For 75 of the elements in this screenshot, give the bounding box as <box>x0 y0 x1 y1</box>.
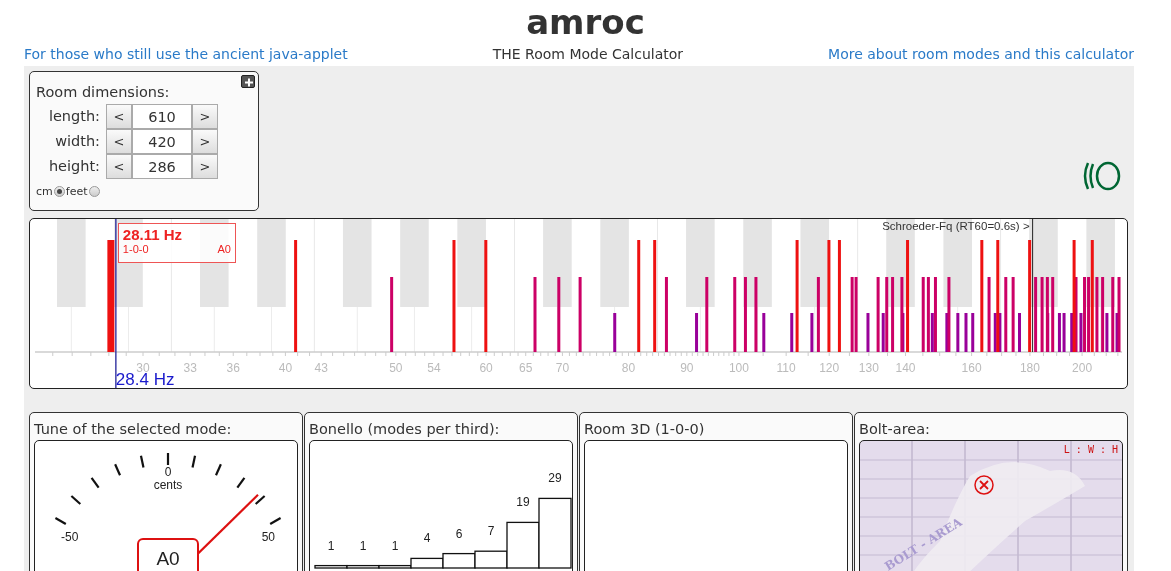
tick-label: 60 <box>479 361 493 375</box>
mode-bar <box>964 313 968 352</box>
page-subtitle: THE Room Mode Calculator <box>492 45 684 64</box>
tick-label: 30 <box>136 361 150 375</box>
unit-label: cm <box>36 185 53 198</box>
expand-button[interactable] <box>241 75 255 88</box>
increase-button[interactable]: > <box>192 104 218 129</box>
increase-button[interactable]: > <box>192 129 218 154</box>
scale-label: -50 <box>61 530 79 544</box>
mode-frequency: 28.11 Hz <box>122 226 184 243</box>
mode-bar <box>762 313 766 352</box>
bar-value: 19 <box>516 495 530 510</box>
schroeder-label: Schroeder-Fq (RT60=0.6s) > <box>882 220 1030 232</box>
unit-label: feet <box>65 185 88 198</box>
tick-label: 130 <box>858 361 879 375</box>
scale-label: 50 <box>261 530 275 544</box>
field-label: length: <box>47 107 101 126</box>
tick-label: 40 <box>278 361 293 375</box>
tick-label: 100 <box>728 361 749 375</box>
panel-title: Bonello (modes per third): <box>309 420 501 439</box>
mode-bar <box>866 313 870 352</box>
bar-value: 1 <box>359 538 367 553</box>
tick-label: 140 <box>895 361 916 375</box>
mode-bar <box>971 313 975 352</box>
tick-label: 90 <box>680 361 694 375</box>
tick-label: 36 <box>226 361 240 375</box>
radio-button[interactable] <box>53 186 65 197</box>
bar-value: 29 <box>548 471 562 486</box>
tick-label: 65 <box>519 361 533 375</box>
dimension-field[interactable]: 420 <box>132 129 192 154</box>
dimension-field[interactable]: 610 <box>132 104 192 129</box>
decrease-button[interactable]: < <box>106 129 132 154</box>
unit-label: cents <box>153 478 183 492</box>
tick-label: 50 <box>389 361 403 375</box>
tick-label: 110 <box>776 361 796 375</box>
scale-label: 0 <box>164 465 172 479</box>
panel-title: Bolt-area: <box>859 420 931 439</box>
tick-label: 80 <box>621 361 636 375</box>
mode-bar <box>695 313 699 352</box>
tick-label: 43 <box>314 361 328 375</box>
ratio-header: L : W : H <box>1063 444 1118 455</box>
tick-label: 33 <box>183 361 197 375</box>
decrease-button[interactable]: < <box>106 154 132 179</box>
field-label: width: <box>54 132 101 151</box>
applet-link[interactable]: For those who still use the ancient java-applet <box>24 44 348 66</box>
increase-button[interactable]: > <box>192 154 218 179</box>
bar-value: 6 <box>455 526 463 541</box>
panel-title: Room 3D (1-0-0) <box>584 420 706 439</box>
tick-label: 200 <box>1072 361 1093 375</box>
info-link[interactable]: More about room modes and this calculator <box>828 44 1134 66</box>
page-title: amroc <box>525 1 646 44</box>
mode-bar <box>810 313 814 352</box>
tick-label: 180 <box>1019 361 1040 375</box>
card-title: Room dimensions: <box>36 84 171 100</box>
note-label: A0 <box>156 548 180 569</box>
radio-button[interactable] <box>88 186 100 197</box>
bar-value: 4 <box>423 531 431 546</box>
mode-bar <box>956 313 960 352</box>
sound-icon <box>1082 159 1122 193</box>
field-label: height: <box>47 157 101 176</box>
error-icon <box>974 475 994 495</box>
panel-title: Tune of the selected mode: <box>34 420 233 439</box>
bar-value: 1 <box>391 538 399 553</box>
dimension-field[interactable]: 286 <box>132 154 192 179</box>
mode-indices: 1-0-0 <box>122 243 149 255</box>
tick-label: 160 <box>961 361 982 375</box>
tick-label: 70 <box>555 361 570 375</box>
decrease-button[interactable]: < <box>106 104 132 129</box>
mode-bar <box>613 313 617 352</box>
mode-note: A0 <box>217 243 231 255</box>
bar-value: 7 <box>487 524 495 539</box>
tick-label: 120 <box>819 361 840 375</box>
tick-label: 54 <box>427 361 441 375</box>
bar-value: 1 <box>327 538 335 553</box>
mode-bar <box>1018 313 1021 352</box>
